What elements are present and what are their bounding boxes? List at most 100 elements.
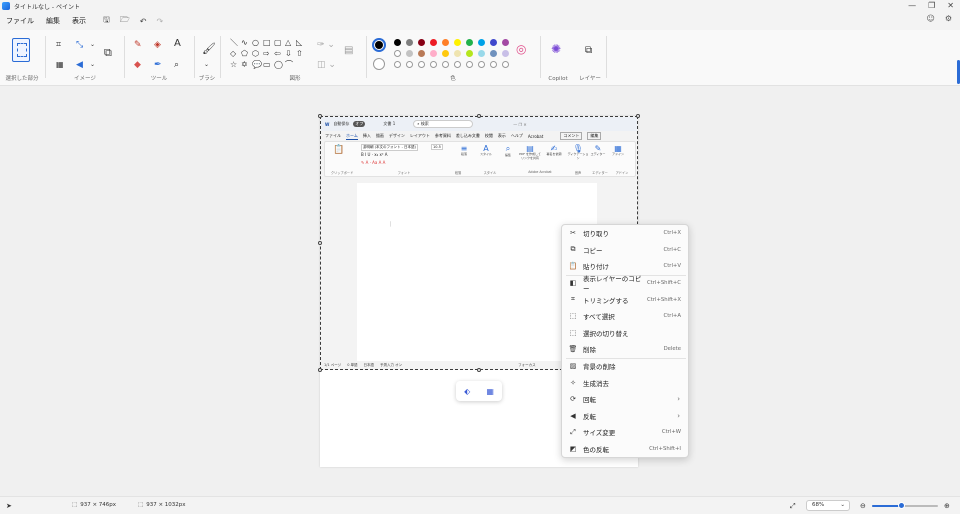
crop-icon[interactable]: ⌗ bbox=[56, 40, 61, 50]
shape-tool-icon[interactable]: ◯ bbox=[274, 60, 283, 70]
shape-tool-icon[interactable]: ⌒ bbox=[285, 60, 293, 70]
chevron-down-icon[interactable]: ⌄ bbox=[90, 60, 95, 70]
brush-icon[interactable]: 🖌 bbox=[202, 43, 216, 54]
shape-tool-icon[interactable]: ◺ bbox=[296, 38, 302, 48]
select-mode-icon[interactable]: ▦ bbox=[56, 60, 64, 70]
outline-icon[interactable]: ✑ ⌄ bbox=[317, 40, 335, 50]
redo-icon[interactable]: ↷ bbox=[151, 17, 168, 26]
color-swatch[interactable] bbox=[478, 50, 485, 57]
context-item-invert-colors[interactable]: ◩ 色の反転 Ctrl+Shift+I bbox=[562, 441, 688, 458]
magnifier-icon[interactable]: ⌕ bbox=[174, 60, 179, 70]
resize-icon[interactable]: ⤡ bbox=[76, 40, 83, 50]
generative-erase-icon[interactable]: ⬖ bbox=[464, 387, 470, 396]
minimize-button[interactable]: — bbox=[908, 0, 916, 12]
maximize-button[interactable]: ❐ bbox=[928, 0, 935, 12]
zoom-in-icon[interactable]: ⊕ bbox=[944, 502, 950, 510]
context-item-select-all[interactable]: ⬚ すべて選択 Ctrl+A bbox=[562, 308, 688, 325]
resize-handle[interactable] bbox=[318, 114, 322, 118]
context-item-copy[interactable]: ⧉ コピー Ctrl+C bbox=[562, 242, 688, 259]
resize-handle[interactable] bbox=[318, 368, 322, 372]
color-swatch[interactable] bbox=[490, 39, 497, 46]
zoom-out-icon[interactable]: ⊖ bbox=[860, 502, 866, 510]
color-swatch[interactable] bbox=[502, 50, 509, 57]
custom-color-slot[interactable] bbox=[442, 61, 449, 68]
resize-handle[interactable] bbox=[477, 368, 481, 372]
color-swatch[interactable] bbox=[478, 39, 485, 46]
custom-color-slot[interactable] bbox=[430, 61, 437, 68]
zoom-slider[interactable] bbox=[872, 502, 938, 509]
color-wheel-icon[interactable]: ◎ bbox=[516, 43, 526, 55]
zoom-select[interactable]: 68% ⌄ bbox=[806, 500, 850, 511]
shape-tool-icon[interactable]: ○ bbox=[252, 38, 259, 48]
custom-color-slot[interactable] bbox=[466, 61, 473, 68]
chevron-down-icon[interactable]: ⌄ bbox=[90, 40, 95, 50]
shape-tool-icon[interactable]: ⬡ bbox=[252, 49, 259, 59]
custom-color-slot[interactable] bbox=[490, 61, 497, 68]
context-item-generative-erase[interactable]: ✧ 生成消去 bbox=[562, 374, 688, 391]
fill-bucket-icon[interactable]: ◈ bbox=[154, 40, 161, 50]
color-swatch[interactable] bbox=[430, 39, 437, 46]
shape-tool-icon[interactable]: ⇨ bbox=[263, 49, 270, 59]
context-item-delete[interactable]: 🗑 削除 Delete bbox=[562, 341, 688, 358]
color-swatch[interactable] bbox=[394, 39, 401, 46]
resize-handle[interactable] bbox=[636, 114, 640, 118]
color-swatch[interactable] bbox=[454, 50, 461, 57]
secondary-color-swatch[interactable] bbox=[373, 58, 385, 70]
color-swatch[interactable] bbox=[394, 50, 401, 57]
color-swatch[interactable] bbox=[454, 39, 461, 46]
context-item-resize[interactable]: ⤢ サイズ変更 Ctrl+W bbox=[562, 424, 688, 441]
context-item-rotate[interactable]: ⟳ 回転 › bbox=[562, 391, 688, 408]
color-swatch[interactable] bbox=[406, 50, 413, 57]
selection-tool-icon[interactable] bbox=[12, 38, 30, 62]
shape-tool-icon[interactable]: ◇ bbox=[230, 49, 236, 59]
account-icon[interactable]: ☺ bbox=[926, 14, 934, 23]
menu-view[interactable]: 表示 bbox=[66, 16, 92, 26]
color-swatch[interactable] bbox=[466, 39, 473, 46]
text-tool-icon[interactable]: A bbox=[174, 39, 181, 49]
shape-tool-icon[interactable]: ⇧ bbox=[296, 49, 303, 59]
context-item-crop[interactable]: ⌗ トリミングする Ctrl+Shift+X bbox=[562, 291, 688, 308]
shape-tool-icon[interactable]: ✡ bbox=[241, 60, 248, 70]
shape-tool-icon[interactable]: ▢ bbox=[274, 38, 282, 48]
share-icon[interactable]: 🗁 bbox=[115, 14, 135, 28]
shape-tool-icon[interactable]: ☆ bbox=[230, 60, 237, 70]
custom-color-slot[interactable] bbox=[502, 61, 509, 68]
layers-icon[interactable]: ⧉ bbox=[585, 46, 592, 56]
shape-tool-icon[interactable]: ▭ bbox=[263, 60, 271, 70]
close-button[interactable]: ✕ bbox=[947, 0, 954, 12]
color-swatch[interactable] bbox=[418, 50, 425, 57]
save-icon[interactable]: 🖫 bbox=[98, 14, 115, 28]
custom-color-slot[interactable] bbox=[454, 61, 461, 68]
color-swatch[interactable] bbox=[430, 50, 437, 57]
custom-color-slot[interactable] bbox=[478, 61, 485, 68]
menu-edit[interactable]: 編集 bbox=[40, 16, 66, 26]
pencil-icon[interactable]: ✎ bbox=[134, 40, 142, 50]
custom-color-slot[interactable] bbox=[406, 61, 413, 68]
context-item-remove-background[interactable]: ▨ 背景の削除 bbox=[562, 358, 688, 375]
shape-tool-icon[interactable]: 💬 bbox=[252, 60, 262, 70]
context-item-cut[interactable]: ✂ 切り取り Ctrl+X bbox=[562, 225, 688, 242]
custom-color-slot[interactable] bbox=[394, 61, 401, 68]
zoom-slider-thumb[interactable] bbox=[898, 502, 906, 509]
shape-tool-icon[interactable]: ⬠ bbox=[241, 49, 248, 59]
context-item-copy-visible-layer[interactable]: ◧ 表示レイヤーのコピー Ctrl+Shift+C bbox=[562, 275, 688, 293]
eraser-icon[interactable]: ◆ bbox=[134, 60, 141, 70]
color-swatch[interactable] bbox=[406, 39, 413, 46]
shape-tool-icon[interactable]: ⇩ bbox=[285, 49, 292, 59]
fit-to-window-icon[interactable]: ⤢ bbox=[790, 502, 796, 511]
rotate-icon[interactable]: ◀ bbox=[76, 60, 83, 70]
color-picker-icon[interactable]: ✒ bbox=[154, 60, 162, 70]
resize-handle[interactable] bbox=[477, 114, 481, 118]
image-layer-icon[interactable]: ⧉ bbox=[104, 47, 112, 58]
color-swatch[interactable] bbox=[490, 50, 497, 57]
menu-file[interactable]: ファイル bbox=[0, 16, 40, 26]
color-swatch[interactable] bbox=[418, 39, 425, 46]
copilot-icon[interactable]: ✺ bbox=[551, 43, 561, 55]
shape-tool-icon[interactable]: ⇦ bbox=[274, 49, 281, 59]
color-swatch[interactable] bbox=[502, 39, 509, 46]
context-item-flip[interactable]: ◀ 反転 › bbox=[562, 408, 688, 425]
resize-handle[interactable] bbox=[318, 241, 322, 245]
remove-background-icon[interactable]: ▦ bbox=[486, 387, 494, 396]
color-swatch[interactable] bbox=[466, 50, 473, 57]
settings-gear-icon[interactable]: ⚙ bbox=[945, 14, 952, 23]
